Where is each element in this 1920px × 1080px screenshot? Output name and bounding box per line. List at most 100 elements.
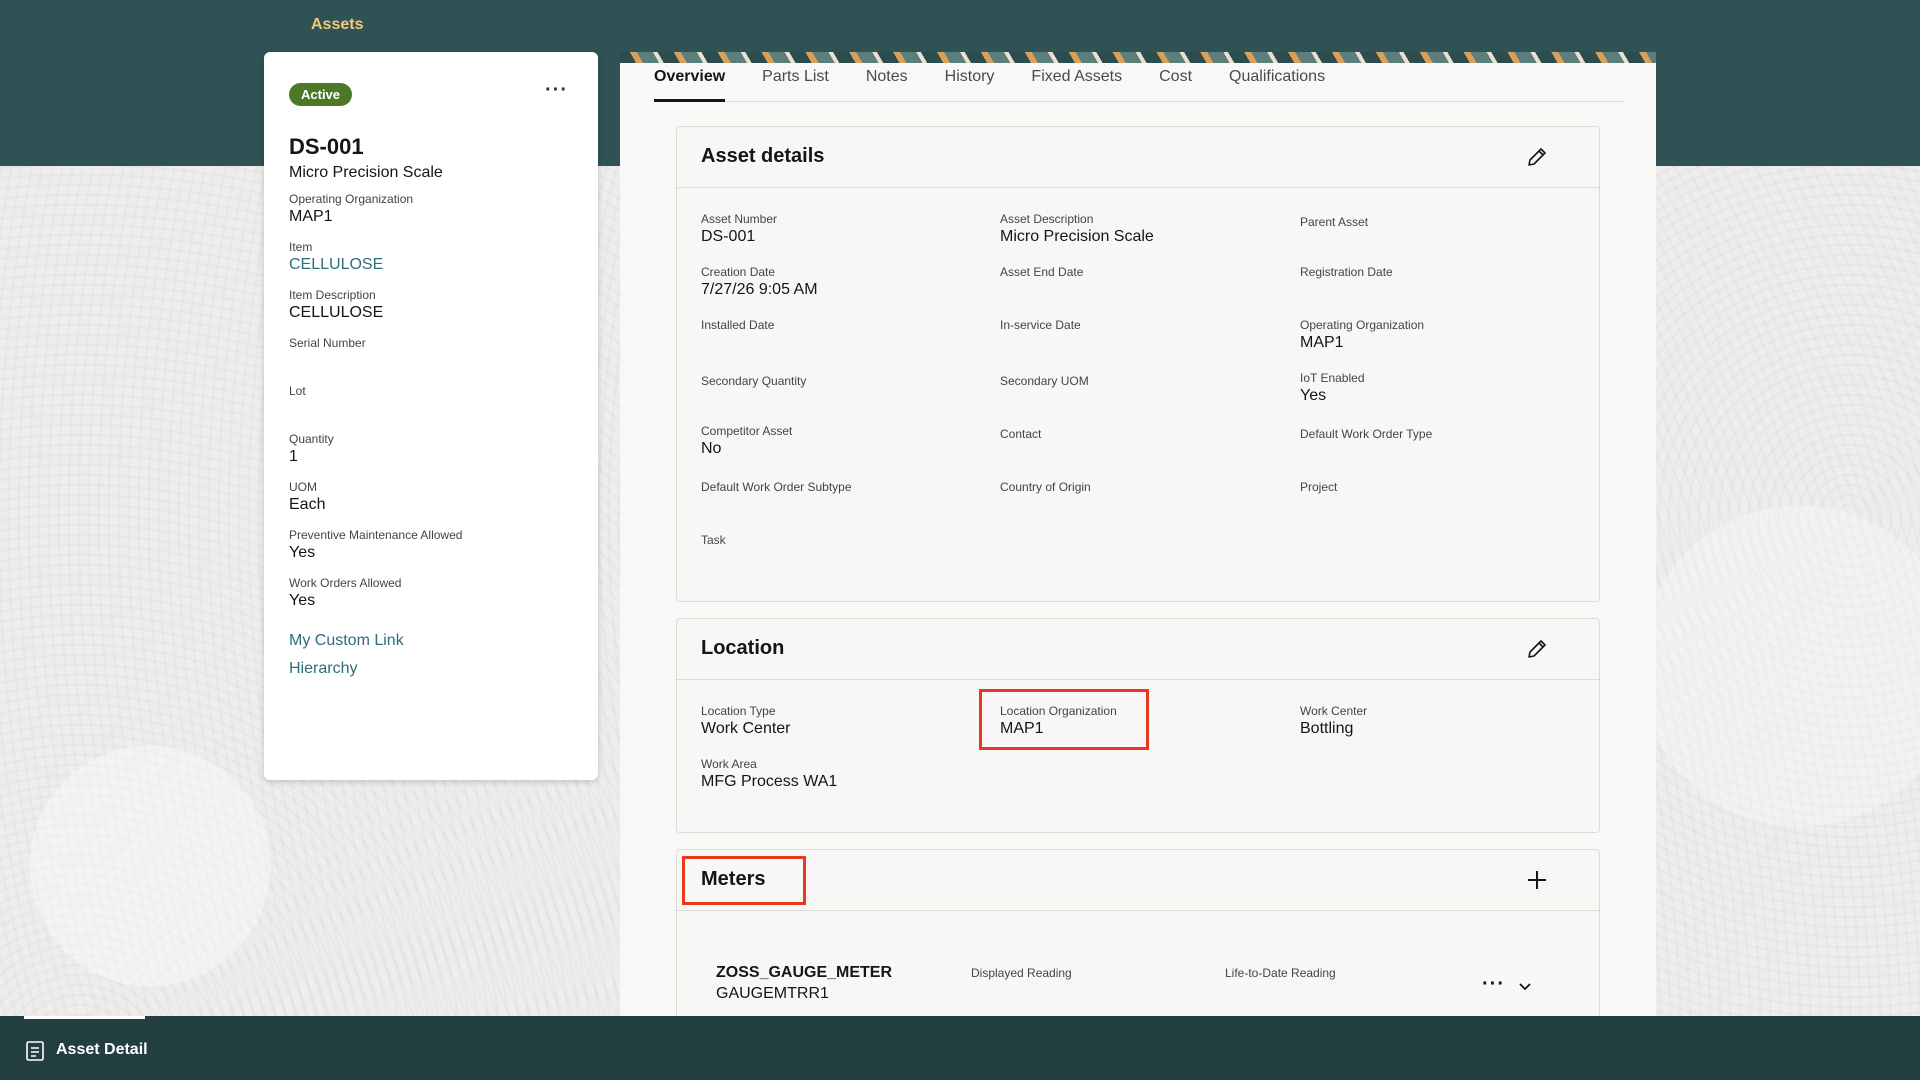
tab-parts-list[interactable]: Parts List (762, 63, 829, 101)
field-project: Project (1300, 475, 1600, 528)
field-asset-description: Asset Description Micro Precision Scale (1000, 210, 1300, 263)
field-installed-date: Installed Date (701, 316, 1000, 369)
field-label: Secondary Quantity (701, 374, 807, 388)
field-label: Location Type (701, 704, 776, 718)
field-asset-end-date: Asset End Date (1000, 263, 1300, 316)
asset-details-section: Asset details Asset Number DS-001 Asset D… (676, 126, 1600, 602)
field-label: Quantity (289, 432, 334, 446)
tab-bar: Overview Parts List Notes History Fixed … (654, 63, 1624, 102)
field-value: MAP1 (289, 208, 333, 225)
field-label: Serial Number (289, 336, 366, 350)
ltd-reading-label: Life-to-Date Reading (1225, 966, 1336, 980)
field-label: Item Description (289, 288, 376, 302)
field-label: Work Center (1300, 704, 1368, 718)
meter-list-item[interactable]: ZOSS_GAUGE_METER GAUGEMTRR1 Displayed Re… (716, 962, 1566, 1014)
field-quantity: Quantity 1 (289, 432, 574, 466)
field-default-work-order-subtype: Default Work Order Subtype (701, 475, 1000, 528)
field-asset-number: Asset Number DS-001 (701, 210, 1000, 263)
tab-fixed-assets[interactable]: Fixed Assets (1031, 63, 1122, 101)
field-label: Asset Description (1000, 212, 1094, 226)
status-badge: Active (289, 83, 353, 106)
field-label: Preventive Maintenance Allowed (289, 528, 463, 542)
field-value: Yes (289, 592, 316, 609)
field-location-type: Location Type Work Center (701, 702, 1000, 755)
field-default-work-order-type: Default Work Order Type (1300, 422, 1600, 475)
field-value: Each (289, 496, 326, 513)
more-actions-icon[interactable]: ··· (545, 80, 568, 100)
field-value (289, 352, 574, 370)
field-value: Yes (1300, 387, 1327, 404)
tab-notes[interactable]: Notes (866, 63, 908, 101)
edit-pencil-icon[interactable] (1525, 145, 1549, 169)
highlight-meters-title (682, 856, 806, 905)
field-label: Default Work Order Subtype (701, 480, 852, 494)
field-label: Operating Organization (289, 192, 414, 206)
tab-label: Asset Detail (56, 1041, 148, 1058)
banner-image (620, 52, 1656, 63)
field-value: CELLULOSE (289, 304, 384, 321)
field-contact: Contact (1000, 422, 1300, 475)
field-value: DS-001 (701, 228, 756, 245)
field-serial-number: Serial Number (289, 336, 574, 370)
field-secondary-uom: Secondary UOM (1000, 369, 1300, 422)
field-value: 7/27/26 9:05 AM (701, 281, 818, 298)
field-label: Asset End Date (1000, 265, 1084, 279)
field-iot-enabled: IoT Enabled Yes (1300, 369, 1600, 422)
field-label: Competitor Asset (701, 424, 793, 438)
field-value: MAP1 (1300, 334, 1344, 351)
field-lot: Lot (289, 384, 574, 418)
field-value: 1 (289, 448, 298, 465)
displayed-reading-label: Displayed Reading (971, 966, 1072, 980)
field-secondary-quantity: Secondary Quantity (701, 369, 1000, 422)
asset-details-grid: Asset Number DS-001 Asset Description Micr… (677, 188, 1599, 581)
field-value: No (701, 440, 722, 457)
item-link[interactable]: CELLULOSE (289, 256, 574, 274)
document-icon (26, 1041, 44, 1061)
tab-asset-detail[interactable]: Asset Detail (24, 1016, 148, 1080)
field-item: Item CELLULOSE (289, 240, 574, 274)
field-label: Lot (289, 384, 306, 398)
add-plus-icon[interactable] (1525, 868, 1549, 892)
bottom-tab-bar: Asset Detail (0, 1016, 1920, 1080)
field-value: Micro Precision Scale (1000, 228, 1154, 245)
field-label: Work Area (701, 757, 757, 771)
tab-cost[interactable]: Cost (1159, 63, 1192, 101)
field-label: Project (1300, 480, 1338, 494)
field-registration-date: Registration Date (1300, 263, 1600, 316)
field-item-description: Item Description CELLULOSE (289, 288, 574, 322)
field-label: Item (289, 240, 313, 254)
field-label: Registration Date (1300, 265, 1393, 279)
tab-history[interactable]: History (945, 63, 995, 101)
hierarchy-link[interactable]: Hierarchy (289, 660, 574, 678)
field-label: Task (701, 533, 726, 547)
my-custom-link[interactable]: My Custom Link (289, 632, 574, 650)
field-value: Work Center (701, 720, 791, 737)
field-label: Asset Number (701, 212, 778, 226)
field-label: Contact (1000, 427, 1042, 441)
app-title[interactable]: Assets (311, 16, 363, 34)
edit-pencil-icon[interactable] (1525, 637, 1549, 661)
field-label: Country of Origin (1000, 480, 1091, 494)
field-label: Operating Organization (1300, 318, 1425, 332)
field-pm-allowed: Preventive Maintenance Allowed Yes (289, 528, 574, 562)
section-title: Location (701, 637, 785, 659)
field-label: Secondary UOM (1000, 374, 1089, 388)
asset-summary-card: Active ··· DS-001 Micro Precision Scale … (264, 52, 598, 780)
field-task: Task (701, 528, 1000, 581)
section-header: Meters (677, 850, 1599, 911)
field-work-orders-allowed: Work Orders Allowed Yes (289, 576, 574, 610)
tab-overview[interactable]: Overview (654, 63, 726, 102)
field-competitor-asset: Competitor Asset No (701, 422, 1000, 475)
asset-number: DS-001 (289, 134, 364, 159)
highlight-location-organization (979, 689, 1149, 750)
field-operating-organization: Operating Organization MAP1 (1300, 316, 1600, 369)
field-label: IoT Enabled (1300, 371, 1365, 385)
section-header: Asset details (677, 127, 1599, 188)
meter-more-actions-icon[interactable]: ··· (1482, 974, 1505, 994)
tab-qualifications[interactable]: Qualifications (1229, 63, 1325, 101)
field-label: Default Work Order Type (1300, 427, 1433, 441)
field-label: Creation Date (701, 265, 776, 279)
chevron-down-icon[interactable] (1518, 979, 1532, 993)
field-value: Yes (289, 544, 316, 561)
meter-name: ZOSS_GAUGE_METER (716, 964, 893, 981)
